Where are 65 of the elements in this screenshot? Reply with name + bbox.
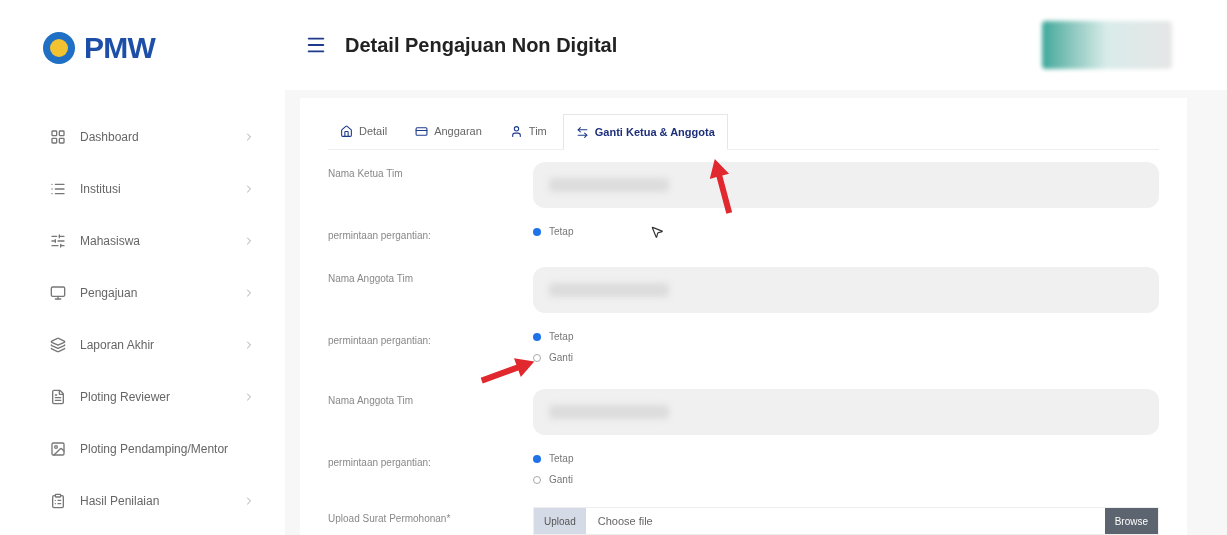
radio-button[interactable] xyxy=(533,332,541,341)
input-field[interactable] xyxy=(533,162,1159,208)
emblem-icon xyxy=(42,30,76,65)
sidebar-label: Pengajuan xyxy=(80,285,139,302)
radio-label: Tetap xyxy=(549,330,574,344)
clipboard-icon xyxy=(50,493,66,509)
tab[interactable]: Ganti Ketua & Anggota xyxy=(562,114,728,150)
sidebar-label: Ploting Pendamping/Mentor xyxy=(80,441,230,458)
upload-button[interactable]: Upload xyxy=(534,508,586,534)
radio-option[interactable]: Tetap xyxy=(533,451,574,466)
sidebar-label: Hasil Penilaian xyxy=(80,493,161,510)
input-field[interactable] xyxy=(533,389,1159,435)
sidebar-item[interactable]: Hasil Penilaian xyxy=(0,475,285,527)
sidebar-item[interactable]: Ploting Reviewer xyxy=(0,371,285,423)
sidebar-item[interactable]: Dashboard xyxy=(0,111,285,163)
radio-button[interactable] xyxy=(533,454,541,463)
radio-label: Tetap xyxy=(549,452,574,466)
radio-option[interactable]: Tetap xyxy=(533,329,574,344)
sidebar-item[interactable]: Ploting Pendamping/Mentor xyxy=(0,423,285,475)
browse-button[interactable]: Browse xyxy=(1104,508,1158,534)
radio-option[interactable]: Tetap xyxy=(533,224,574,239)
radio-label: Ganti xyxy=(549,351,573,365)
file-input[interactable]: Upload Choose file Browse xyxy=(533,507,1159,535)
radio-label: Ganti xyxy=(549,473,573,487)
tab[interactable]: Detail xyxy=(328,113,400,149)
sidebar-label: Ploting Reviewer xyxy=(80,389,172,406)
sidebar-label: Laporan Akhir xyxy=(80,337,156,354)
form-label: Nama Ketua Tim xyxy=(328,167,404,181)
sidebar-label: Mahasiswa xyxy=(80,233,142,250)
cursor-icon xyxy=(650,225,664,239)
swap-icon xyxy=(575,125,589,139)
form-label: permintaan pergantian: xyxy=(328,229,432,243)
sidebar-item[interactable]: Institusi xyxy=(0,163,285,215)
form-label: Nama Anggota Tim xyxy=(328,272,415,286)
sidebar-item[interactable]: Laporan Akhir xyxy=(0,319,285,371)
brand-logo: PMW xyxy=(84,32,156,63)
sidebar-item[interactable]: Mahasiswa xyxy=(0,215,285,267)
radio-option[interactable]: Ganti xyxy=(533,350,574,365)
form-label: permintaan pergantian: xyxy=(328,456,432,470)
image-icon xyxy=(50,441,66,457)
form-label: Upload Surat Permohonan* xyxy=(328,512,452,526)
form-label: permintaan pergantian: xyxy=(328,334,432,348)
tab[interactable]: Tim xyxy=(497,113,559,149)
tab[interactable]: Anggaran xyxy=(403,113,494,149)
sidebar-item[interactable]: Pengajuan xyxy=(0,267,285,319)
layers-icon xyxy=(50,337,66,353)
form-label: Nama Anggota Tim xyxy=(328,394,415,408)
radio-option[interactable]: Ganti xyxy=(533,472,574,487)
grid-icon xyxy=(50,129,66,145)
sliders-icon xyxy=(50,233,66,249)
document-icon xyxy=(50,389,66,405)
sidebar-label: Institusi xyxy=(80,181,122,198)
list-icon xyxy=(50,181,66,197)
sidebar-label: Dashboard xyxy=(80,129,140,146)
monitor-icon xyxy=(50,285,66,301)
user-icon xyxy=(509,124,523,138)
radio-button[interactable] xyxy=(533,353,541,362)
radio-button[interactable] xyxy=(533,475,541,484)
radio-label: Tetap xyxy=(549,225,574,239)
file-placeholder: Choose file xyxy=(596,513,654,529)
home-icon xyxy=(340,124,353,138)
radio-button[interactable] xyxy=(533,227,541,236)
page-title: Detail Pengajuan Non Digital xyxy=(345,33,619,58)
card-icon xyxy=(415,124,429,138)
input-field[interactable] xyxy=(533,267,1159,313)
